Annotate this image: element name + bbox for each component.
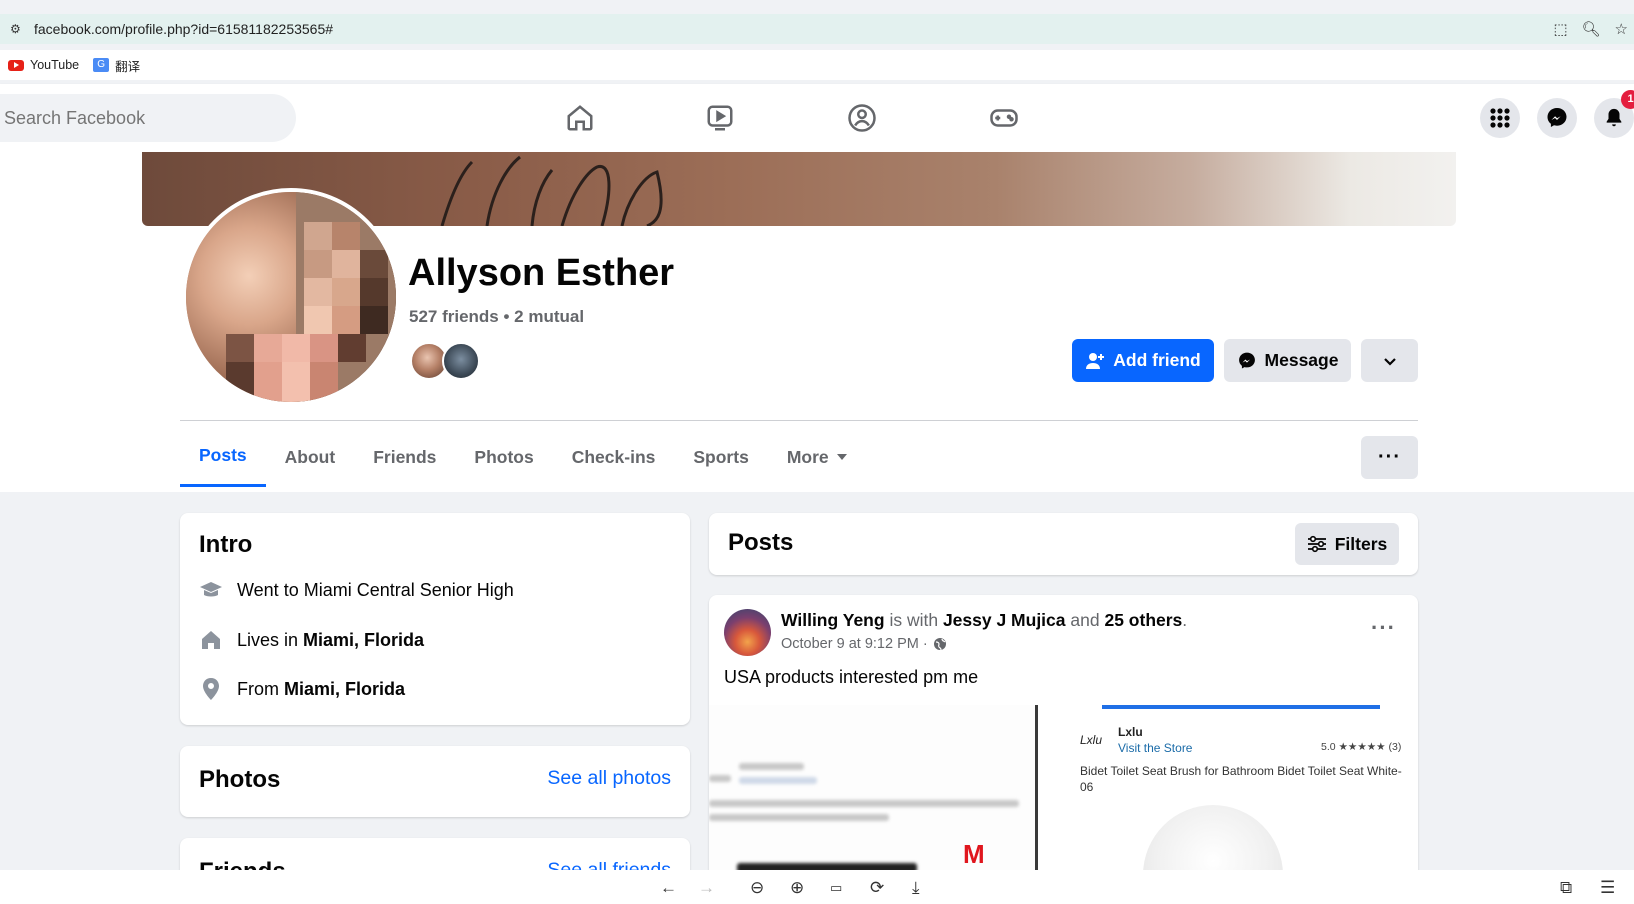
home-icon[interactable] [562, 100, 598, 136]
post-image-left[interactable]: M [709, 705, 1035, 895]
tab-check-ins[interactable]: Check-ins [553, 427, 675, 487]
menu-grid-icon[interactable] [1480, 98, 1520, 138]
caret-down-icon [836, 454, 847, 460]
intro-education: Went to Miami Central Senior High [199, 578, 514, 602]
store-logo: Lxlu [1080, 733, 1103, 747]
see-all-photos-link[interactable]: See all photos [547, 767, 671, 790]
tab-more[interactable]: More [768, 427, 866, 487]
zoom-icon[interactable]: 🔍︎ [1582, 20, 1601, 38]
bookmark-star-icon[interactable]: ☆ [1615, 20, 1628, 38]
post-author-name[interactable]: Willing Yeng [781, 610, 885, 630]
more-options-button[interactable]: ··· [1361, 436, 1418, 479]
posts-header-card: Posts Filters [709, 513, 1418, 575]
actual-size-icon[interactable]: ▭ [830, 880, 842, 896]
home-icon [199, 628, 223, 652]
messenger-icon [1238, 352, 1255, 368]
photos-title: Photos [199, 766, 281, 793]
post-card: Willing Yeng is with Jessy J Mujica and … [709, 595, 1418, 895]
post-image-right[interactable]: Lxlu Lxlu Visit the Store 5.0 ★★★★★ (3) … [1038, 705, 1418, 895]
bottom-toolbar: ← → ⊖ ⊕ ▭ ⟳ ⤓ ⧉ ☰ [0, 870, 1634, 904]
add-person-icon [1086, 352, 1105, 369]
globe-icon [933, 638, 946, 651]
intro-card: Intro Went to Miami Central Senior High … [180, 513, 690, 725]
location-pin-icon [199, 677, 223, 701]
messenger-icon[interactable] [1537, 98, 1577, 138]
mutual-friend-avatar[interactable] [442, 342, 480, 380]
photos-card: Photos See all photos [180, 746, 690, 817]
notifications-bell-icon[interactable]: 1 [1594, 90, 1634, 138]
divider [180, 420, 1418, 421]
translate-icon: G [93, 58, 110, 72]
tagged-others[interactable]: 25 others [1104, 610, 1182, 630]
post-text: USA products interested pm me [724, 667, 979, 687]
zoom-out-icon[interactable]: ⊖ [750, 878, 764, 898]
progress-line [1102, 705, 1380, 709]
site-settings-icon[interactable]: ⚙ [10, 22, 24, 36]
forward-arrow-icon[interactable]: → [698, 878, 715, 898]
groups-icon[interactable] [844, 100, 880, 136]
video-icon[interactable] [702, 100, 738, 136]
post-options-button[interactable]: ··· [1371, 615, 1396, 641]
visit-store-link[interactable]: Visit the Store [1118, 741, 1192, 755]
youtube-icon [8, 59, 24, 71]
bookmark-translate[interactable]: G 翻译 [93, 56, 140, 75]
search-input[interactable] [0, 94, 296, 142]
install-app-icon[interactable]: ⬚ [1553, 20, 1567, 38]
bookmark-youtube[interactable]: YouTube [8, 58, 79, 72]
profile-dropdown-button[interactable] [1361, 339, 1418, 382]
friends-count[interactable]: 527 friends • 2 mutual [409, 307, 584, 327]
tab-photos[interactable]: Photos [455, 427, 552, 487]
bookmarks-bar: YouTube G 翻译 [0, 50, 1634, 80]
post-author-avatar[interactable] [724, 609, 771, 656]
notification-badge: 1 [1621, 90, 1634, 109]
tab-sports[interactable]: Sports [674, 427, 767, 487]
browser-address-bar[interactable]: ⚙ facebook.com/profile.php?id=6158118225… [0, 14, 1634, 44]
facebook-top-bar: 1 [0, 84, 1634, 152]
post-timestamp[interactable]: October 9 at 9:12 PM · [781, 636, 947, 652]
graduation-cap-icon [199, 578, 223, 602]
add-friend-button[interactable]: Add friend [1072, 339, 1214, 382]
filters-button[interactable]: Filters [1295, 523, 1399, 565]
post-header: Willing Yeng is with Jessy J Mujica and … [781, 610, 1188, 630]
intro-lives-in: Lives in Miami, Florida [199, 628, 424, 652]
profile-name: Allyson Esther [408, 252, 675, 294]
zoom-in-icon[interactable]: ⊕ [790, 878, 804, 898]
product-rating: 5.0 ★★★★★ (3) [1321, 741, 1402, 753]
profile-picture[interactable] [182, 188, 400, 406]
intro-from: From Miami, Florida [199, 677, 405, 701]
store-name: Lxlu [1118, 725, 1143, 739]
text-select-icon[interactable]: ☰ [1600, 878, 1615, 898]
message-button[interactable]: Message [1224, 339, 1351, 382]
tagged-user[interactable]: Jessy J Mujica [943, 610, 1066, 630]
translate-page-icon[interactable]: ⧉ [1560, 878, 1572, 898]
rotate-icon[interactable]: ⟳ [870, 878, 884, 898]
tab-friends[interactable]: Friends [354, 427, 455, 487]
filters-icon [1307, 535, 1326, 553]
profile-header: Allyson Esther 527 friends • 2 mutual Ad… [0, 152, 1634, 492]
profile-tabs: Posts About Friends Photos Check-ins Spo… [180, 427, 866, 489]
download-icon[interactable]: ⤓ [912, 878, 920, 898]
tab-about[interactable]: About [266, 427, 355, 487]
product-title: Bidet Toilet Seat Brush for Bathroom Bid… [1080, 764, 1402, 794]
gaming-icon[interactable] [986, 100, 1022, 136]
url-text[interactable]: facebook.com/profile.php?id=615811822535… [34, 21, 333, 37]
chevron-down-icon [1383, 357, 1396, 366]
back-arrow-icon[interactable]: ← [660, 878, 677, 898]
intro-title: Intro [199, 531, 253, 558]
tab-posts[interactable]: Posts [180, 427, 266, 487]
store-badge: M [963, 839, 985, 869]
posts-title: Posts [728, 529, 794, 556]
mutual-friends-avatars[interactable] [410, 342, 480, 380]
